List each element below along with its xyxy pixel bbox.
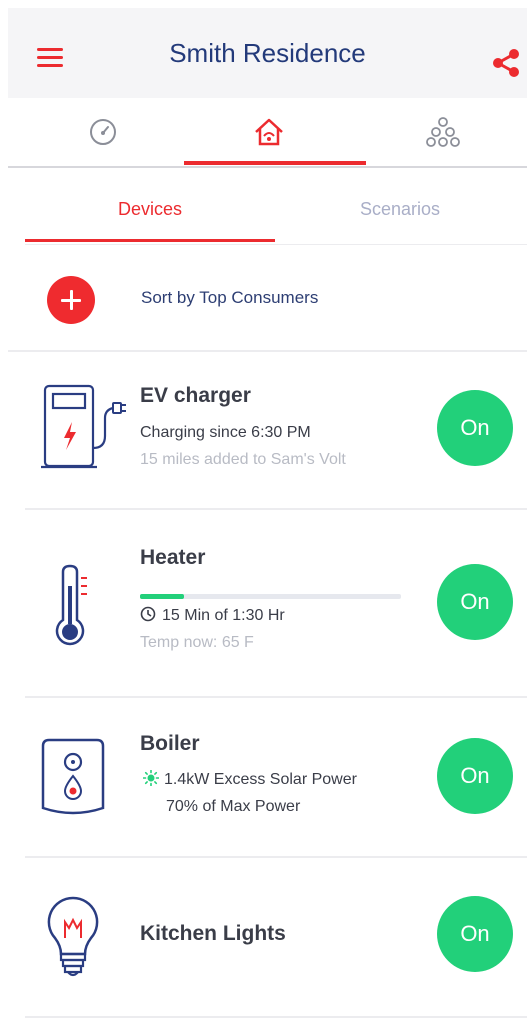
boiler-icon bbox=[41, 738, 105, 815]
boiler-on-button[interactable]: On bbox=[437, 738, 513, 814]
device-row-heater: Heater 15 Min of 1:30 Hr Temp now: 65 F … bbox=[25, 510, 527, 698]
device-name: EV charger bbox=[140, 384, 251, 407]
tab-network[interactable] bbox=[358, 98, 527, 166]
sort-row: Sort by Top Consumers bbox=[8, 246, 527, 352]
thermometer-icon bbox=[55, 564, 87, 646]
device-name: Kitchen Lights bbox=[140, 922, 286, 945]
device-row-boiler: Boiler 1.4kW Excess Solar Power 70% of M… bbox=[25, 698, 527, 858]
heater-on-button[interactable]: On bbox=[437, 564, 513, 640]
light-bulb-icon bbox=[47, 896, 99, 977]
sun-icon bbox=[142, 769, 160, 787]
device-detail: Temp now: 65 F bbox=[140, 634, 254, 651]
top-tab-bar bbox=[8, 98, 527, 168]
device-status: 1.4kW Excess Solar Power bbox=[142, 769, 357, 789]
share-icon[interactable] bbox=[489, 46, 523, 80]
sub-tab-bar: Devices Scenarios bbox=[25, 178, 527, 245]
ev-charger-on-button[interactable]: On bbox=[437, 390, 513, 466]
device-row-ev-charger: EV charger Charging since 6:30 PM 15 mil… bbox=[25, 352, 527, 510]
add-device-button[interactable] bbox=[47, 276, 95, 324]
device-name: Heater bbox=[140, 546, 206, 569]
device-detail: 15 miles added to Sam's Volt bbox=[140, 451, 346, 468]
device-row-kitchen-lights: Kitchen Lights On bbox=[25, 858, 527, 1018]
heater-progress-fill bbox=[140, 594, 185, 599]
tab-devices[interactable]: Devices bbox=[25, 178, 275, 240]
ev-charger-icon bbox=[41, 384, 126, 469]
active-tab-indicator bbox=[184, 161, 366, 165]
device-status: Charging since 6:30 PM bbox=[140, 424, 311, 441]
active-subtab-indicator bbox=[25, 239, 275, 242]
device-name: Boiler bbox=[140, 732, 200, 755]
device-status: 15 Min of 1:30 Hr bbox=[140, 606, 285, 625]
page-title: Smith Residence bbox=[169, 38, 366, 68]
smart-home-icon bbox=[255, 118, 283, 146]
network-hierarchy-icon bbox=[426, 117, 460, 147]
timer-icon bbox=[140, 606, 156, 622]
gauge-icon bbox=[90, 119, 116, 145]
tab-dashboard[interactable] bbox=[18, 98, 188, 166]
tab-scenarios[interactable]: Scenarios bbox=[275, 178, 525, 240]
heater-progress-bar bbox=[140, 594, 401, 599]
device-detail: 70% of Max Power bbox=[166, 798, 301, 815]
app-bar: Smith Residence bbox=[8, 8, 527, 98]
tab-home[interactable] bbox=[184, 98, 354, 166]
sort-by-top-consumers-link[interactable]: Sort by Top Consumers bbox=[141, 288, 318, 308]
kitchen-lights-on-button[interactable]: On bbox=[437, 896, 513, 972]
